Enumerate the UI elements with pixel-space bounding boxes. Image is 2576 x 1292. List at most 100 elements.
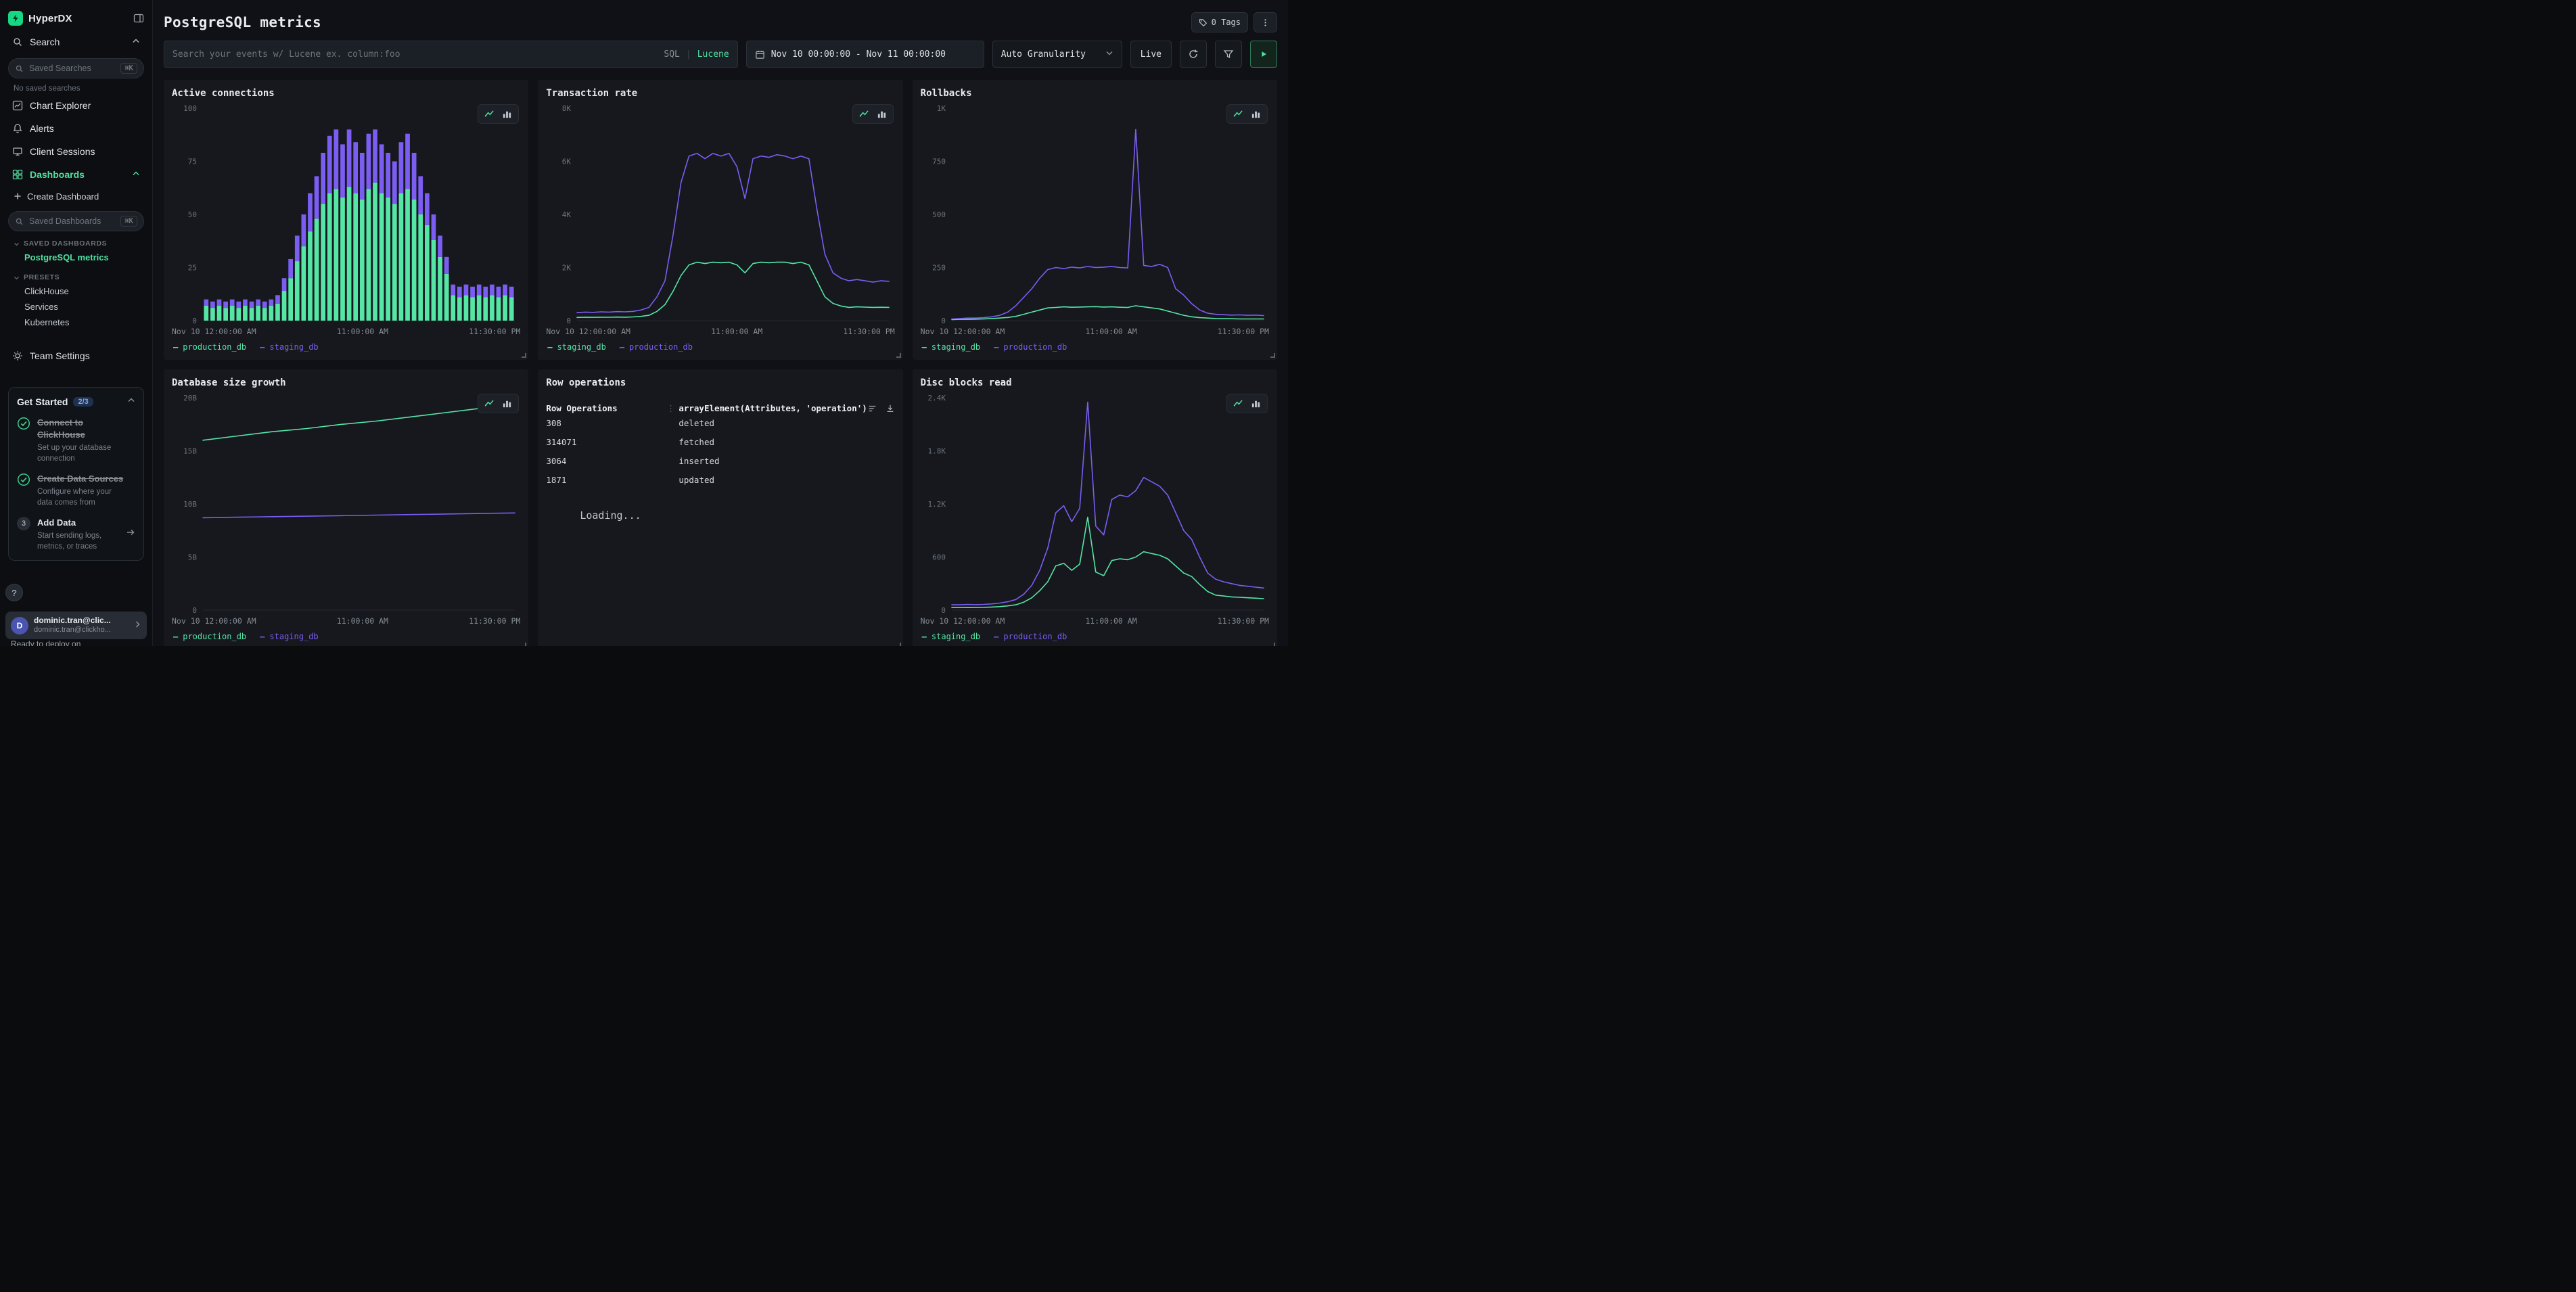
bar-chart-icon[interactable] [502,398,512,409]
group-column-header[interactable]: arrayElement(Attributes, 'operation') [678,403,867,413]
get-started-step-connect[interactable]: Connect to ClickHouse Set up your databa… [17,417,135,464]
legend-label: staging_db [932,632,980,641]
bar-chart-icon[interactable] [1251,398,1261,409]
database-size-growth-chart[interactable]: 05B10B15B20B [172,390,520,614]
resize-handle[interactable] [522,643,526,646]
resize-handle[interactable] [1270,643,1275,646]
line-chart-icon[interactable] [484,398,495,409]
saved-searches-input[interactable]: Saved Searches ⌘K [8,58,144,78]
lucene-language-toggle[interactable]: Lucene [697,49,729,60]
no-saved-searches-note: No saved searches [14,85,144,93]
sidebar-item-chart-explorer[interactable]: Chart Explorer [8,95,144,116]
filter-button[interactable] [1215,41,1242,68]
help-button[interactable]: ? [5,584,23,601]
sidebar-collapse-icon[interactable] [133,13,144,24]
legend-item-production-db[interactable]: —production_db [994,632,1067,641]
date-range-value: Nov 10 00:00:00 - Nov 11 00:00:00 [771,49,946,60]
legend-item-staging-db[interactable]: —staging_db [922,632,980,641]
event-search-input[interactable]: Search your events w/ Lucene ex. column:… [164,41,738,68]
row-operation: inserted [678,456,719,466]
user-menu[interactable]: D dominic.tran@clic... dominic.tran@clic… [5,612,147,639]
get-started-step-datasources[interactable]: Create Data Sources Configure where your… [17,473,135,508]
sidebar-preset-services[interactable]: Services [8,299,144,315]
resize-handle[interactable] [896,643,901,646]
legend-item-staging-db[interactable]: —staging_db [260,632,318,641]
resize-handle[interactable] [522,353,526,358]
legend-item-staging-db[interactable]: —staging_db [260,342,318,352]
bar-chart-icon[interactable] [502,109,512,119]
download-icon[interactable] [886,404,895,413]
sidebar-item-team-settings[interactable]: Team Settings [8,345,144,367]
svg-text:6K: 6K [562,158,572,166]
sidebar-item-dashboards[interactable]: Dashboards [8,164,144,185]
chevron-up-icon[interactable] [127,396,135,408]
line-chart-icon[interactable] [1233,398,1243,409]
sidebar-preset-clickhouse[interactable]: ClickHouse [8,283,144,299]
get-started-step-add-data[interactable]: 3 Add Data Start sending logs, metrics, … [17,517,135,552]
run-query-button[interactable] [1250,41,1277,68]
row-operation: updated [678,475,714,485]
sql-language-toggle[interactable]: SQL [664,49,679,60]
sidebar-item-client-sessions[interactable]: Client Sessions [8,141,144,162]
legend-item-staging-db[interactable]: —staging_db [922,342,980,352]
search-icon [15,64,24,73]
dashboards-icon [12,169,23,180]
transaction-rate-chart[interactable]: 02K4K6K8K [546,100,894,325]
legend-item-production-db[interactable]: —production_db [994,342,1067,352]
resize-handle[interactable] [1270,353,1275,358]
svg-text:0: 0 [941,317,946,325]
rollbacks-chart[interactable]: 02505007501K [921,100,1269,325]
sidebar-preset-kubernetes[interactable]: Kubernetes [8,315,144,330]
legend-label: staging_db [932,342,980,352]
disc-blocks-read-chart[interactable]: 06001.2K1.8K2.4K [921,390,1269,614]
sort-icon[interactable] [868,404,877,413]
saved-dashboards-input[interactable]: Saved Dashboards ⌘K [8,211,144,231]
table-row: 3064 inserted [546,451,894,470]
panel-row-operations: Row operations Row Operations ⋮ arrayEle… [538,369,902,646]
granularity-value: Auto Granularity [1001,49,1086,60]
tags-button[interactable]: 0 Tags [1191,12,1248,32]
check-circle-icon [17,473,30,486]
sidebar-item-search[interactable]: Search [8,31,144,53]
resize-handle[interactable] [896,353,901,358]
chevron-up-icon[interactable] [132,37,140,47]
svg-text:1K: 1K [936,104,946,113]
panel-title: Rollbacks [921,88,1269,99]
saved-dashboards-section[interactable]: SAVED DASHBOARDS [14,239,144,248]
line-chart-icon[interactable] [859,109,869,119]
create-dashboard-button[interactable]: Create Dashboard [9,187,144,206]
bar-chart-icon[interactable] [1251,109,1261,119]
check-circle-icon [17,417,30,430]
sidebar-item-label: Team Settings [30,350,90,361]
svg-text:0: 0 [567,317,572,325]
panel-rollbacks: Rollbacks 02505007501K Nov 10 12:00:00 A… [913,80,1277,360]
refresh-button[interactable] [1180,41,1207,68]
legend-item-production-db[interactable]: —production_db [173,342,246,352]
legend-item-production-db[interactable]: —production_db [620,342,693,352]
bar-chart-icon[interactable] [877,109,887,119]
value-column-header[interactable]: Row Operations [546,403,666,413]
legend-item-production-db[interactable]: —production_db [173,632,246,641]
chevron-up-icon[interactable] [132,169,140,180]
presets-section[interactable]: PRESETS [14,273,144,281]
step-number-badge: 3 [17,517,30,530]
line-chart-icon[interactable] [484,109,495,119]
live-button[interactable]: Live [1130,41,1172,68]
column-menu-icon[interactable]: ⋮ [666,403,678,413]
date-range-input[interactable]: Nov 10 00:00:00 - Nov 11 00:00:00 [746,41,984,68]
panel-disc-blocks-read: Disc blocks read 06001.2K1.8K2.4K Nov 10… [913,369,1277,646]
calendar-icon [755,49,765,60]
step-title: Add Data [37,517,76,528]
panel-title: Database size growth [172,377,520,388]
dashboard-menu-button[interactable] [1254,12,1277,32]
table-row: 308 deleted [546,413,894,432]
sidebar-item-alerts[interactable]: Alerts [8,118,144,139]
active-connections-chart[interactable]: 0255075100 [172,100,520,325]
sidebar-dashboard-postgresql-metrics[interactable]: PostgreSQL metrics [8,250,144,265]
x-axis-labels: Nov 10 12:00:00 AM 11:00:00 AM 11:30:00 … [546,327,894,336]
granularity-select[interactable]: Auto Granularity [992,41,1122,68]
step-title: Create Data Sources [37,474,123,484]
line-chart-icon[interactable] [1233,109,1243,119]
legend-item-staging-db[interactable]: —staging_db [547,342,605,352]
hyperdx-logo-icon [8,11,23,26]
